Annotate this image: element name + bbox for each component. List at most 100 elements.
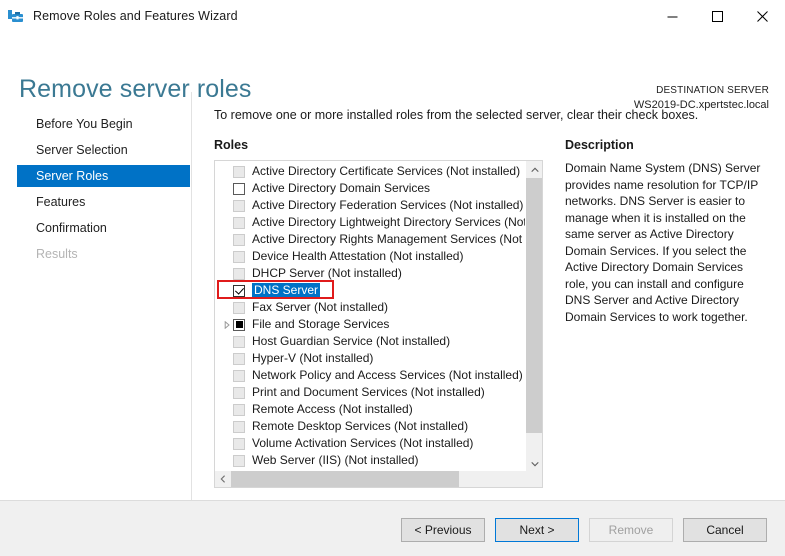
instruction-text: To remove one or more installed roles fr… <box>214 108 699 122</box>
role-label: Web Server (IIS) (Not installed) <box>252 453 419 467</box>
sidebar-item-features[interactable]: Features <box>0 191 191 213</box>
role-label: Active Directory Federation Services (No… <box>252 198 524 212</box>
scroll-up-icon[interactable] <box>526 161 542 178</box>
role-row[interactable]: Remote Desktop Services (Not installed) <box>215 418 525 435</box>
sidebar-item-before-you-begin[interactable]: Before You Begin <box>0 113 191 135</box>
expander-spacer <box>220 282 233 299</box>
sidebar-item-server-selection[interactable]: Server Selection <box>0 139 191 161</box>
sidebar-item-results: Results <box>36 247 78 261</box>
role-row[interactable]: Remote Access (Not installed) <box>215 401 525 418</box>
role-label: Active Directory Rights Management Servi… <box>252 232 525 246</box>
roles-heading: Roles <box>214 138 249 152</box>
expander-spacer <box>220 452 233 469</box>
role-label: Print and Document Services (Not install… <box>252 385 485 399</box>
role-row[interactable]: Host Guardian Service (Not installed) <box>215 333 525 350</box>
horizontal-scroll-thumb[interactable] <box>231 471 459 487</box>
wizard-footer: < Previous Next > Remove Cancel <box>0 500 785 556</box>
role-checkbox <box>233 420 245 433</box>
sidebar-item-confirmation[interactable]: Confirmation <box>0 217 191 239</box>
window-controls <box>650 0 785 32</box>
role-row[interactable]: Fax Server (Not installed) <box>215 299 525 316</box>
role-checkbox[interactable] <box>233 284 245 297</box>
role-label: Network Policy and Access Services (Not … <box>252 368 523 382</box>
description-text: Domain Name System (DNS) Server provides… <box>565 161 761 324</box>
role-row[interactable]: Active Directory Rights Management Servi… <box>215 231 525 248</box>
role-label: Fax Server (Not installed) <box>252 300 389 314</box>
expander-spacer <box>220 214 233 231</box>
minimize-icon[interactable] <box>650 0 695 32</box>
role-label: Hyper-V (Not installed) <box>252 351 374 365</box>
expand-triangle-icon[interactable] <box>220 316 233 333</box>
vertical-scroll-thumb[interactable] <box>526 178 542 433</box>
roles-vertical-scrollbar[interactable] <box>525 161 542 472</box>
role-row[interactable]: Volume Activation Services (Not installe… <box>215 435 525 452</box>
role-checkbox <box>233 301 245 314</box>
role-checkbox <box>233 454 245 467</box>
role-checkbox <box>233 386 245 399</box>
role-row[interactable]: Active Directory Certificate Services (N… <box>215 163 525 180</box>
close-icon[interactable] <box>740 0 785 32</box>
role-label: DHCP Server (Not installed) <box>252 266 402 280</box>
description-heading: Description <box>565 138 634 152</box>
role-label: Volume Activation Services (Not installe… <box>252 436 474 450</box>
wizard-navigation: Before You Begin Server Selection Server R… <box>0 92 192 500</box>
previous-button[interactable]: < Previous <box>401 518 485 542</box>
role-label: Device Health Attestation (Not installed… <box>252 249 464 263</box>
role-row[interactable]: Web Server (IIS) (Not installed) <box>215 452 525 469</box>
role-row[interactable]: Print and Document Services (Not install… <box>215 384 525 401</box>
role-row[interactable]: Active Directory Lightweight Directory S… <box>215 214 525 231</box>
role-label: Host Guardian Service (Not installed) <box>252 334 451 348</box>
wizard-toolbox-icon <box>7 8 24 25</box>
role-row[interactable]: Network Policy and Access Services (Not … <box>215 367 525 384</box>
next-button[interactable]: Next > <box>495 518 579 542</box>
cancel-button[interactable]: Cancel <box>683 518 767 542</box>
main-panel: To remove one or more installed roles fr… <box>192 92 785 500</box>
scrollbar-corner <box>525 471 542 487</box>
role-label: Remote Desktop Services (Not installed) <box>252 419 469 433</box>
role-row[interactable]: Device Health Attestation (Not installed… <box>215 248 525 265</box>
expander-spacer <box>220 367 233 384</box>
role-label: File and Storage Services <box>252 317 390 331</box>
role-label: DNS Server <box>252 283 321 298</box>
role-checkbox <box>233 165 245 178</box>
role-row[interactable]: DNS Server <box>215 280 525 299</box>
role-checkbox <box>233 233 245 246</box>
expander-spacer <box>220 350 233 367</box>
role-checkbox[interactable] <box>233 318 245 331</box>
role-checkbox <box>233 403 245 416</box>
role-checkbox <box>233 352 245 365</box>
role-checkbox <box>233 369 245 382</box>
expander-spacer <box>220 197 233 214</box>
maximize-icon[interactable] <box>695 0 740 32</box>
role-row[interactable]: Active Directory Federation Services (No… <box>215 197 525 214</box>
sidebar-item-server-roles[interactable]: Server Roles <box>17 165 190 187</box>
role-checkbox <box>233 250 245 263</box>
role-label: Active Directory Lightweight Directory S… <box>252 215 525 229</box>
roles-list-box[interactable]: Active Directory Certificate Services (N… <box>214 160 543 488</box>
role-label: Active Directory Certificate Services (N… <box>252 164 521 178</box>
expander-spacer <box>220 163 233 180</box>
remove-button: Remove <box>589 518 673 542</box>
expander-spacer <box>220 265 233 282</box>
expander-spacer <box>220 418 233 435</box>
roles-list[interactable]: Active Directory Certificate Services (N… <box>215 161 525 471</box>
content-area: Before You Begin Server Selection Server R… <box>0 92 785 500</box>
role-row[interactable]: DHCP Server (Not installed) <box>215 265 525 282</box>
scroll-down-icon[interactable] <box>526 455 542 472</box>
role-checkbox <box>233 437 245 450</box>
scroll-left-icon[interactable] <box>215 471 231 487</box>
role-row[interactable]: Active Directory Domain Services <box>215 180 525 197</box>
role-row[interactable]: Hyper-V (Not installed) <box>215 350 525 367</box>
expander-spacer <box>220 333 233 350</box>
footer-button-row: < Previous Next > Remove Cancel <box>401 518 767 542</box>
title-bar: Remove Roles and Features Wizard <box>0 0 785 32</box>
role-checkbox <box>233 335 245 348</box>
role-checkbox <box>233 216 245 229</box>
expander-spacer <box>220 248 233 265</box>
role-label: Remote Access (Not installed) <box>252 402 413 416</box>
window-title: Remove Roles and Features Wizard <box>33 9 238 23</box>
role-checkbox[interactable] <box>233 182 245 195</box>
roles-horizontal-scrollbar[interactable] <box>215 471 542 487</box>
role-row[interactable]: File and Storage Services <box>215 316 525 333</box>
role-checkbox <box>233 199 245 212</box>
